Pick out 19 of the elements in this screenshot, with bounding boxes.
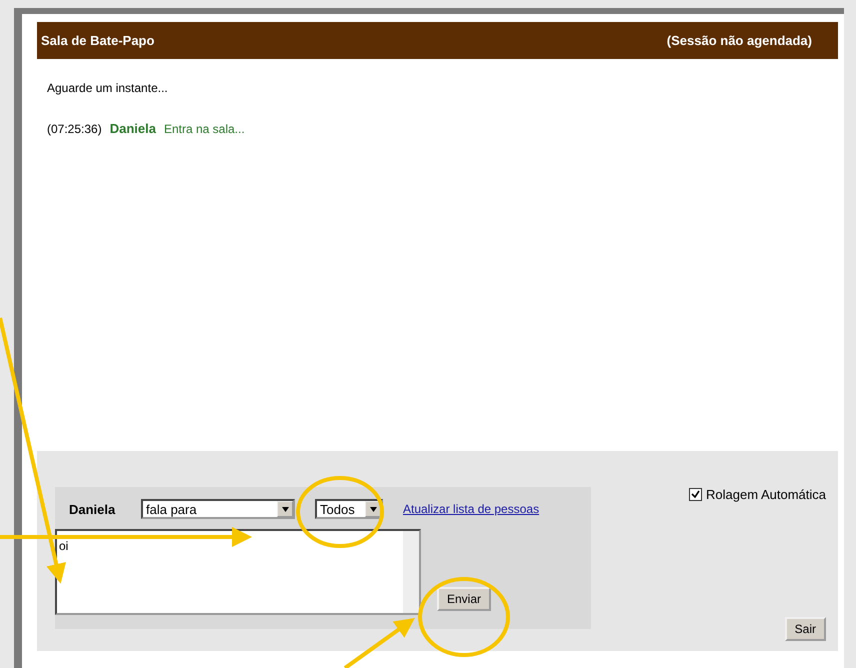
system-message: Aguarde um instante... <box>47 81 168 95</box>
exit-button[interactable]: Sair <box>784 617 826 641</box>
message-text: Entra na sala... <box>164 122 245 136</box>
message-time: (07:25:36) <box>47 122 102 136</box>
refresh-people-link[interactable]: Atualizar lista de pessoas <box>403 502 540 516</box>
caret-icon <box>370 506 376 512</box>
mode-dropdown[interactable]: fala para <box>141 499 295 519</box>
sender-name: Daniela <box>69 502 116 516</box>
annotation-arrow <box>344 618 415 668</box>
message-user: Daniela <box>110 121 156 136</box>
recipient-dropdown[interactable]: Todos <box>315 499 383 519</box>
send-button[interactable]: Enviar <box>437 587 492 611</box>
check-icon <box>691 490 700 499</box>
auto-scroll-checkbox[interactable]: Rolagem Automática <box>689 487 826 502</box>
message-input[interactable]: oi <box>55 529 421 615</box>
caret-icon <box>282 506 288 512</box>
session-status: (Sessão não agendada) <box>666 33 812 48</box>
scrollbar[interactable] <box>403 531 419 613</box>
room-title: Sala de Bate-Papo <box>41 33 154 48</box>
